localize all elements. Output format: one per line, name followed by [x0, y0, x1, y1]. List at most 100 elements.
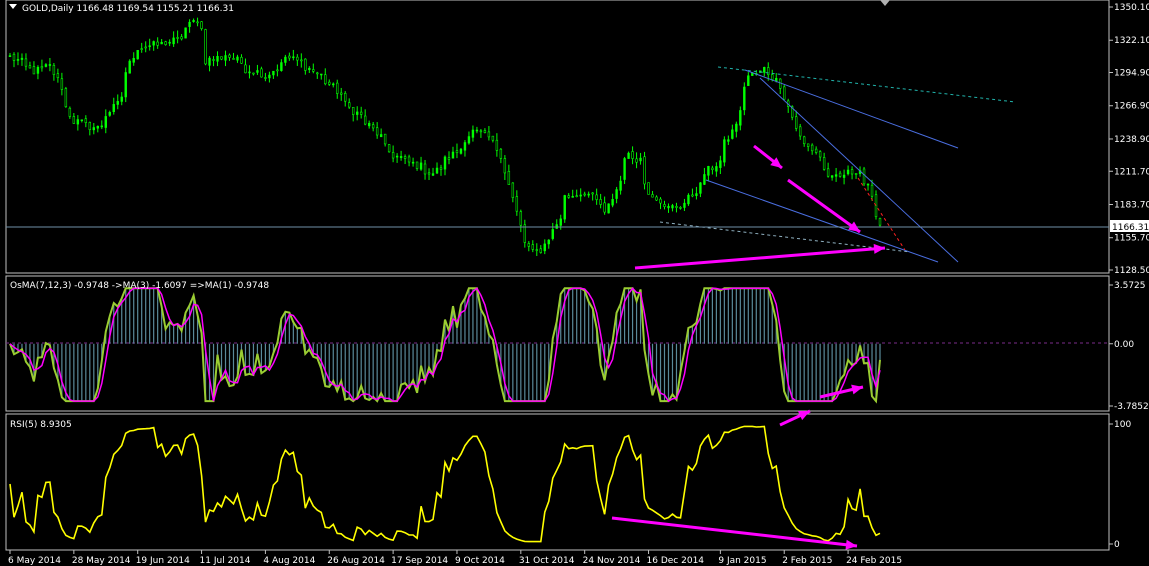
candle-body	[447, 157, 451, 160]
candle-body	[870, 184, 874, 197]
candle-body	[108, 112, 111, 116]
price-tick-label: 1238.90	[1114, 135, 1149, 145]
time-tick-label: 4 Aug 2014	[263, 556, 315, 566]
candle-body	[559, 218, 562, 226]
candle-body	[671, 205, 674, 209]
candle-body	[328, 81, 331, 85]
candle-body	[88, 122, 92, 130]
candle-body	[527, 243, 531, 247]
candle-body	[739, 110, 742, 126]
candle-body	[264, 77, 267, 79]
candle-body	[507, 170, 511, 185]
candle-body	[431, 173, 435, 176]
candle-body	[16, 59, 20, 61]
candle-body	[511, 182, 515, 198]
candle-body	[427, 172, 431, 175]
candle-body	[371, 124, 375, 129]
candle-body	[40, 66, 44, 69]
candle-body	[675, 206, 678, 208]
candle-body	[802, 136, 806, 145]
candle-body	[136, 50, 139, 60]
candle-body	[455, 150, 459, 153]
candle-body	[359, 111, 363, 115]
candle-body	[491, 135, 495, 141]
candle-body	[763, 67, 766, 73]
candle-body	[96, 125, 99, 129]
candle-body	[52, 64, 56, 75]
price-tick-label: 1128.50	[1114, 266, 1149, 276]
candle-body	[415, 161, 419, 169]
price-tick-label: 1155.70	[1114, 234, 1149, 244]
price-tick-label: 1350.10	[1114, 3, 1149, 13]
time-tick-label: 19 Jun 2014	[136, 556, 190, 566]
candle-body	[475, 129, 479, 132]
candle-body	[822, 157, 826, 170]
time-tick-label: 24 Feb 2015	[846, 556, 902, 566]
candle-body	[144, 46, 147, 49]
candle-body	[208, 57, 211, 66]
candle-body	[635, 158, 638, 163]
candle-body	[471, 129, 475, 138]
osma-tick-label: 3.5725	[1114, 281, 1146, 291]
candle-body	[48, 64, 52, 66]
candle-body	[152, 41, 155, 46]
candle-body	[806, 143, 810, 147]
candle-body	[419, 162, 423, 170]
candle-body	[663, 204, 666, 207]
price-tick-label: 1183.70	[1114, 200, 1149, 210]
candle-body	[160, 42, 163, 45]
candle-body	[467, 136, 471, 144]
candle-body	[268, 74, 271, 79]
candle-body	[651, 194, 654, 198]
candle-body	[423, 163, 427, 175]
candle-body	[631, 151, 634, 159]
candle-body	[180, 36, 183, 40]
candle-body	[407, 156, 411, 163]
osma-tick-label: -3.7852	[1114, 402, 1149, 412]
candle-body	[599, 199, 602, 205]
candle-body	[363, 115, 367, 125]
candle-body	[395, 155, 399, 158]
candle-body	[28, 65, 32, 69]
time-tick-label: 17 Sep 2014	[391, 556, 448, 566]
candle-body	[771, 74, 774, 80]
candle-body	[838, 172, 842, 177]
candle-body	[292, 56, 295, 59]
candle-body	[567, 195, 570, 198]
time-tick-label: 16 Dec 2014	[647, 556, 705, 566]
candle-body	[551, 229, 554, 239]
rsi-tick-label: 100	[1114, 420, 1131, 430]
candle-body	[411, 161, 415, 164]
candle-body	[615, 189, 618, 199]
candle-body	[132, 58, 135, 63]
candle-body	[76, 119, 80, 125]
price-axis: 1350.10 1322.10 1294.90 1266.90 1238.90 1211.…	[1109, 3, 1149, 276]
candle-body	[683, 202, 686, 208]
candle-body	[284, 56, 287, 63]
candle-body	[276, 69, 279, 72]
candle-body	[56, 73, 60, 78]
time-tick-label: 9 Oct 2014	[455, 556, 505, 566]
candle-body	[595, 194, 598, 200]
candle-body	[531, 244, 534, 250]
candle-body	[300, 59, 303, 62]
candle-body	[391, 152, 395, 159]
candle-body	[862, 168, 866, 185]
candle-body	[451, 151, 455, 159]
candle-body	[519, 211, 523, 226]
candle-body	[846, 169, 850, 175]
candle-body	[483, 130, 487, 133]
candle-body	[707, 165, 710, 176]
price-panel-title: GOLD,Daily 1166.48 1169.54 1155.21 1166.…	[22, 4, 234, 14]
time-tick-label: 28 May 2014	[72, 556, 131, 566]
candle-body	[571, 196, 574, 198]
candle-body	[164, 41, 167, 45]
time-tick-label: 26 Aug 2014	[327, 556, 385, 566]
candle-body	[699, 182, 702, 194]
candle-body	[874, 194, 878, 218]
candle-body	[854, 173, 858, 175]
candle-body	[655, 196, 658, 201]
candle-body	[36, 66, 40, 74]
candle-body	[367, 122, 371, 127]
price-tick-label: 1294.90	[1114, 69, 1149, 79]
